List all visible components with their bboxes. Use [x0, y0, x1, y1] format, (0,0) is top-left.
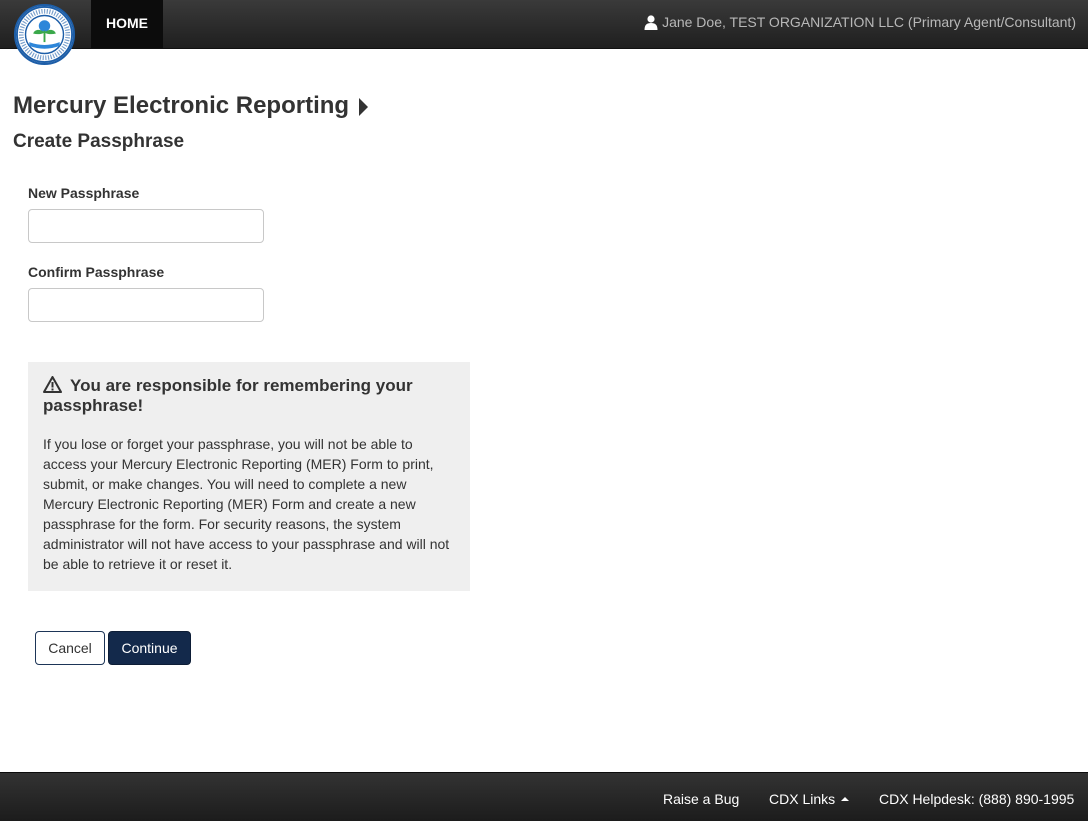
footer-bar: Raise a Bug CDX Links CDX Helpdesk: (888… [0, 772, 1088, 821]
home-nav-tab[interactable]: HOME [91, 0, 163, 48]
warning-triangle-icon [43, 376, 62, 393]
new-passphrase-label: New Passphrase [28, 185, 140, 201]
cancel-button[interactable]: Cancel [35, 631, 105, 665]
caret-up-icon [841, 797, 850, 801]
user-icon [644, 14, 658, 30]
app-title: Mercury Electronic Reporting [13, 92, 369, 120]
caret-right-icon [359, 98, 369, 116]
continue-button[interactable]: Continue [108, 631, 191, 665]
warning-heading: You are responsible for remembering your… [43, 376, 455, 416]
cdx-links-label: CDX Links [769, 791, 836, 807]
top-navbar: HOME Jane Doe, TEST ORGANIZATION LLC (Pr… [0, 0, 1088, 49]
app-title-text: Mercury Electronic Reporting [13, 92, 350, 119]
cdx-links-dropdown[interactable]: CDX Links [769, 791, 850, 807]
user-name-text: Jane Doe, TEST ORGANIZATION LLC (Primary… [662, 14, 1076, 30]
home-nav-label: HOME [106, 14, 148, 31]
confirm-passphrase-input[interactable] [28, 288, 264, 322]
passphrase-warning-box: You are responsible for remembering your… [28, 362, 470, 591]
user-account-info[interactable]: Jane Doe, TEST ORGANIZATION LLC (Primary… [644, 14, 1076, 30]
epa-seal-icon [16, 6, 73, 63]
new-passphrase-input[interactable] [28, 209, 264, 243]
warning-title-text: You are responsible for remembering your… [43, 376, 413, 415]
confirm-passphrase-label: Confirm Passphrase [28, 264, 165, 280]
cdx-helpdesk-link[interactable]: CDX Helpdesk: (888) 890-1995 [879, 791, 1074, 807]
epa-seal-logo[interactable] [14, 4, 75, 65]
raise-bug-link[interactable]: Raise a Bug [663, 791, 739, 807]
page-title: Create Passphrase [13, 131, 185, 152]
warning-body-text: If you lose or forget your passphrase, y… [43, 436, 450, 572]
